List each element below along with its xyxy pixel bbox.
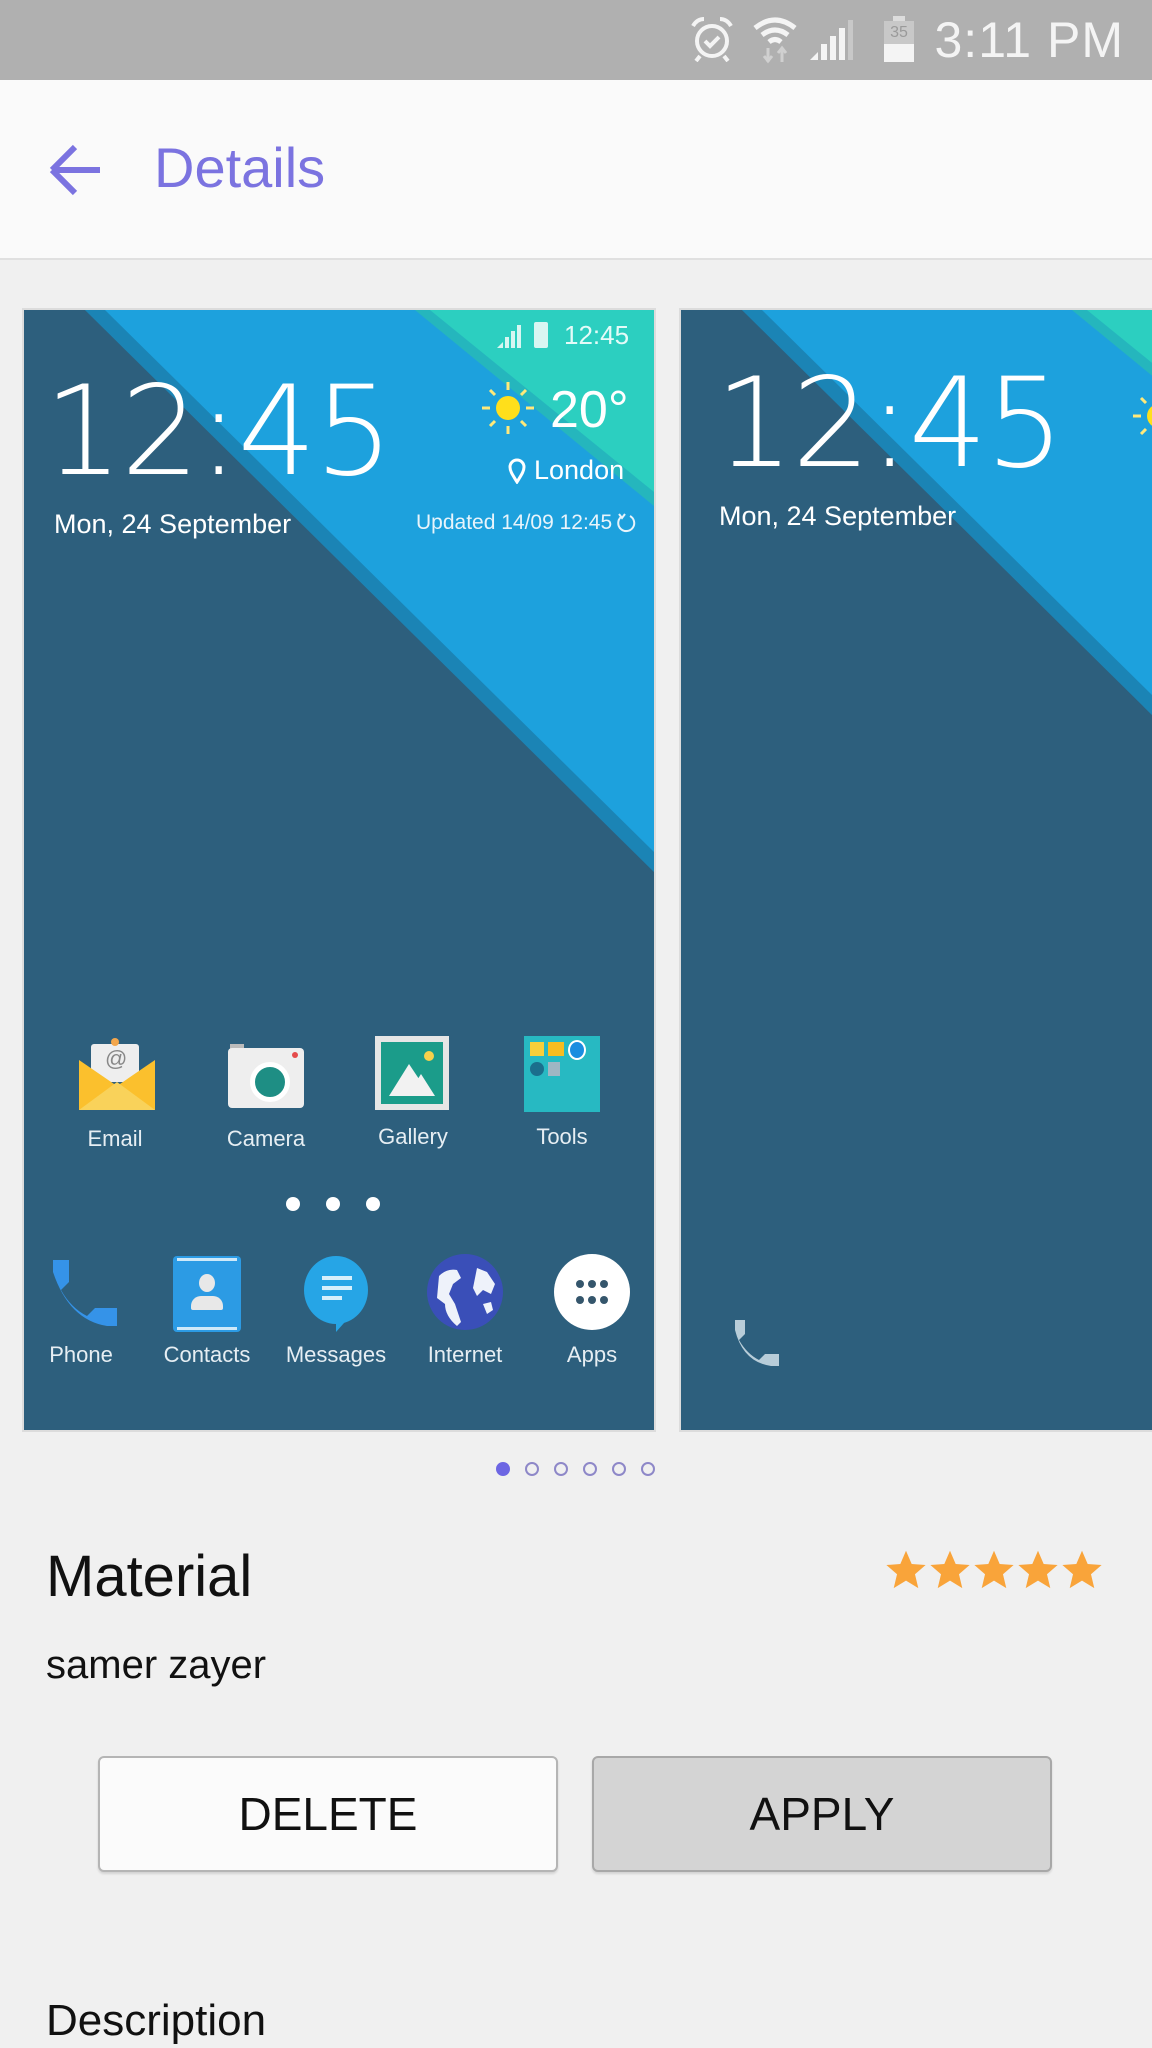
preview-status-time: 12:45 — [564, 320, 630, 350]
status-bar: 35 3:11 PM — [0, 0, 1152, 80]
weather-updated: Updated 14/09 12:45 — [416, 511, 613, 534]
battery-icon: 35 — [884, 16, 914, 62]
signal-icon — [810, 20, 853, 60]
app-email[interactable]: @ Email — [55, 1038, 175, 1152]
app-label: Internet — [427, 1342, 503, 1367]
phone-icon — [735, 1320, 779, 1366]
app-label: Contacts — [163, 1342, 251, 1367]
theme-author: samer zayer — [46, 1643, 267, 1687]
star-icon — [886, 1550, 926, 1589]
pager-dot[interactable] — [641, 1462, 655, 1476]
globe-icon — [425, 1254, 505, 1334]
app-label: Phone — [49, 1342, 113, 1367]
camera-icon — [226, 1038, 306, 1118]
lockscreen-date: Mon, 24 September — [719, 501, 957, 531]
apply-button[interactable]: APPLY — [592, 1756, 1052, 1872]
star-icon — [1062, 1550, 1102, 1589]
messages-icon — [296, 1254, 376, 1334]
dock-contacts[interactable]: Contacts — [147, 1254, 267, 1368]
pager-dot[interactable] — [612, 1462, 626, 1476]
star-icon — [1018, 1550, 1058, 1589]
sun-icon — [1133, 396, 1152, 436]
battery-level: 35 — [890, 24, 908, 41]
status-time: 3:11 PM — [934, 12, 1124, 68]
lockscreen-clock: 12:45 — [715, 352, 1064, 496]
app-header: Details — [0, 80, 1152, 260]
theme-preview-2[interactable]: 12:45 Mon, 24 September — [681, 310, 1152, 1430]
lockscreen-clock: 12:45 — [44, 360, 393, 504]
wifi-icon — [753, 17, 797, 64]
app-label: Email — [87, 1126, 143, 1151]
weather-temperature: 20° — [550, 381, 629, 439]
theme-name: Material — [46, 1544, 253, 1609]
pager-dot[interactable] — [583, 1462, 597, 1476]
pager-dot[interactable] — [554, 1462, 568, 1476]
theme-preview-1[interactable]: 12:45 12:45 Mon, 24 September 20° London… — [24, 310, 654, 1430]
home-page-indicator-dot — [286, 1197, 300, 1211]
apps-grid-icon — [552, 1254, 632, 1334]
signal-icon — [497, 325, 521, 348]
dock-phone[interactable]: Phone — [24, 1254, 141, 1368]
star-icon — [930, 1550, 970, 1589]
location-pin-icon — [508, 458, 526, 484]
star-icon — [974, 1550, 1014, 1589]
lockscreen-date: Mon, 24 September — [54, 509, 292, 539]
home-page-indicator-dot — [326, 1197, 340, 1211]
app-gallery[interactable]: Gallery — [353, 1036, 473, 1150]
tools-folder-icon — [522, 1036, 602, 1116]
pager-dot-active[interactable] — [496, 1462, 510, 1476]
delete-button[interactable]: DELETE — [98, 1756, 558, 1872]
dock-internet[interactable]: Internet — [405, 1254, 525, 1368]
sun-icon — [482, 382, 534, 434]
app-label: Tools — [536, 1124, 588, 1149]
app-camera[interactable]: Camera — [206, 1038, 326, 1152]
home-page-indicator-dot — [366, 1197, 380, 1211]
email-icon: @ — [75, 1038, 155, 1118]
arrow-left-icon[interactable] — [48, 138, 108, 198]
app-label: Gallery — [378, 1124, 448, 1149]
page-title: Details — [154, 136, 326, 199]
dock-apps[interactable]: Apps — [532, 1254, 652, 1368]
battery-icon — [534, 322, 548, 348]
app-label: Camera — [226, 1126, 306, 1151]
app-tools-folder[interactable]: Tools — [502, 1036, 622, 1150]
description-heading: Description — [46, 1996, 267, 2045]
phone-icon — [41, 1254, 121, 1334]
gallery-icon — [373, 1036, 453, 1116]
alarm-icon — [691, 17, 733, 62]
app-label: Apps — [566, 1342, 618, 1367]
dock-messages[interactable]: Messages — [276, 1254, 396, 1368]
app-label: Messages — [285, 1342, 387, 1367]
pager-dot[interactable] — [525, 1462, 539, 1476]
contacts-icon — [167, 1254, 247, 1334]
weather-location: London — [534, 455, 625, 485]
refresh-icon — [617, 513, 636, 533]
